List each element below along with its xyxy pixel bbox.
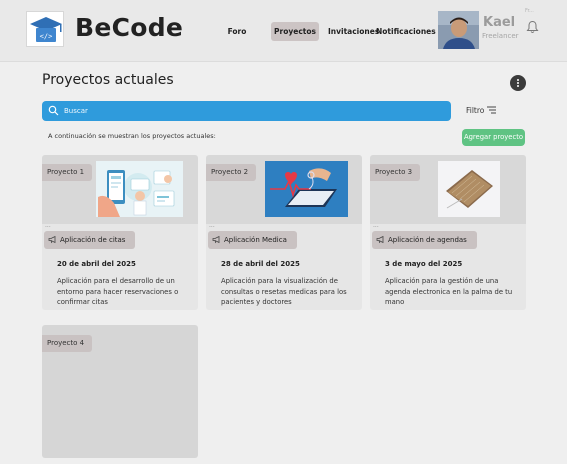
brand-name[interactable]: BeCode [75, 13, 183, 42]
megaphone-icon [376, 235, 384, 244]
svg-text:</>: </> [40, 33, 53, 41]
nav-invitaciones[interactable]: Invitaciones [328, 22, 379, 41]
category-badge: Aplicación de citas [44, 231, 136, 249]
search-bar[interactable] [42, 101, 451, 121]
search-icon [48, 105, 59, 116]
project-card-2[interactable]: Proyecto 2 ... Aplicación Medica 28 de a… [206, 155, 362, 310]
more-vertical-icon[interactable] [510, 75, 526, 91]
project-tag: Proyecto 3 [370, 164, 421, 181]
user-role: Freelancer [482, 32, 519, 40]
project-image [265, 161, 348, 217]
project-description: Aplicación para la visualización de cons… [221, 277, 347, 306]
project-date: 28 de abril del 2025 [221, 260, 300, 268]
nav-proyectos[interactable]: Proyectos [271, 22, 319, 41]
project-description: Aplicación para el desarrollo de un ento… [57, 277, 179, 306]
megaphone-icon [212, 235, 220, 244]
project-date: 3 de mayo del 2025 [385, 260, 463, 268]
nav-notificaciones[interactable]: Notificaciones [376, 22, 436, 41]
bell-icon[interactable] [526, 20, 539, 34]
category-badge: Aplicación de agendas [372, 231, 477, 249]
project-card-3[interactable]: Proyecto 3 ... Aplicación de agendas 3 d… [370, 155, 526, 310]
megaphone-icon [48, 235, 56, 244]
intro-text: A continuación se muestran los proyectos… [48, 132, 216, 140]
logo[interactable]: </> [26, 11, 64, 47]
card-dots: ... [209, 222, 215, 229]
search-input[interactable] [64, 103, 434, 119]
page-title: Proyectos actuales [42, 72, 174, 88]
project-tag: Proyecto 1 [42, 164, 93, 181]
category-label: Aplicación Medica [224, 236, 287, 244]
card-header: Proyecto 3 [370, 155, 526, 224]
project-card-4[interactable]: Proyecto 4 [42, 325, 198, 458]
add-project-button[interactable]: Agregar proyecto [462, 129, 525, 146]
card-header: Proyecto 1 [42, 155, 198, 224]
graduation-cap-code-icon: </> [30, 17, 62, 42]
category-badge: Aplicación Medica [208, 231, 297, 249]
project-date: 20 de abril del 2025 [57, 260, 136, 268]
nav-foro[interactable]: Foro [223, 22, 251, 41]
project-tag: Proyecto 2 [206, 164, 257, 181]
project-image [96, 161, 183, 217]
user-extra: Fr... [525, 8, 534, 14]
filter-lines-icon[interactable] [486, 105, 497, 115]
card-dots: ... [45, 222, 51, 229]
category-label: Aplicación de agendas [388, 236, 467, 244]
card-header: Proyecto 2 [206, 155, 362, 224]
project-card-1[interactable]: Proyecto 1 ... Aplicación de citas 20 de… [42, 155, 198, 310]
card-dots: ... [373, 222, 379, 229]
user-name: Kael [483, 15, 516, 30]
project-image [438, 161, 500, 217]
top-header: </> BeCode Foro Proyectos Invitaciones N… [0, 0, 567, 62]
project-tag: Proyecto 4 [42, 335, 93, 352]
project-description: Aplicación para la gestión de una agenda… [385, 277, 513, 306]
category-label: Aplicación de citas [60, 236, 126, 244]
avatar[interactable] [438, 11, 479, 49]
filter-label[interactable]: Filtro [466, 106, 484, 115]
